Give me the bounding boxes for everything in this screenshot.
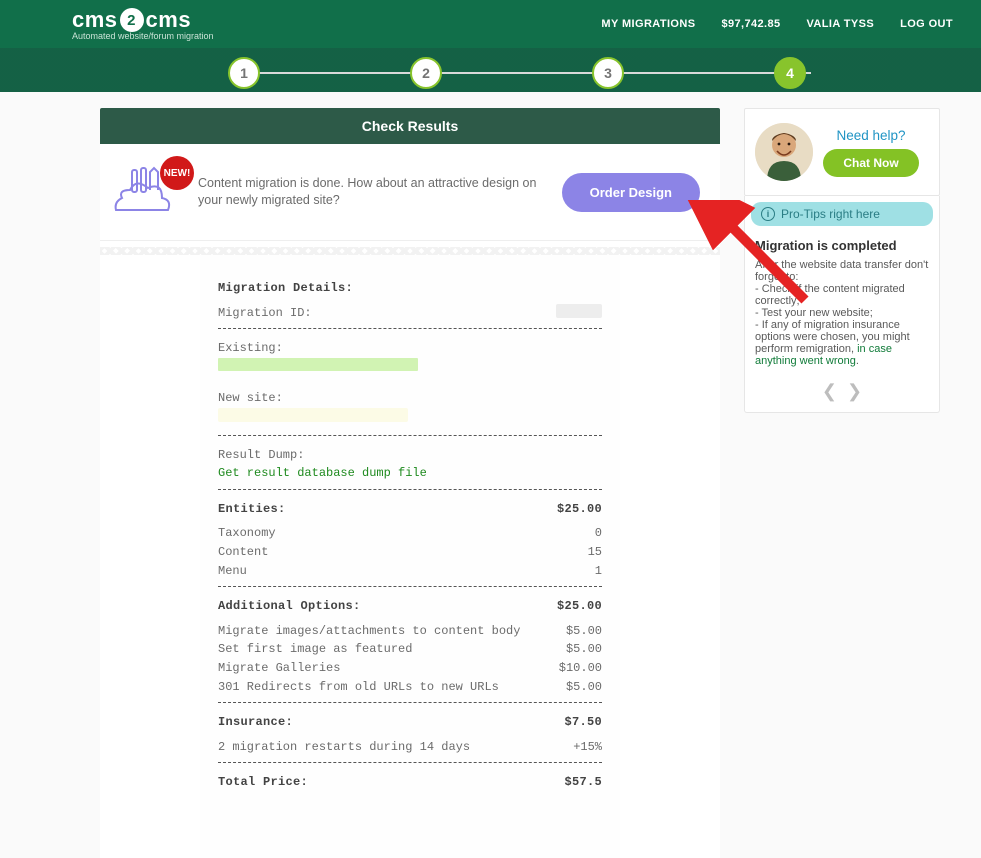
new-badge: NEW! [160,156,194,190]
need-help-link[interactable]: Need help? [836,128,905,143]
order-design-button[interactable]: Order Design [562,173,700,212]
total-price-label: Total Price: [218,773,308,792]
sidebar: Need help? Chat Now i Pro-Tips right her… [744,108,940,413]
entities-heading: Entities: [218,500,286,519]
result-dump-link[interactable]: Get result database dump file [218,464,602,483]
entity-count: 1 [595,562,602,581]
logo-text: cms2cms [72,7,214,33]
additional-options-total: $25.00 [557,597,602,616]
help-card: Need help? Chat Now [744,108,940,196]
chat-now-button[interactable]: Chat Now [823,149,919,177]
step-2[interactable]: 2 [410,57,442,89]
step-1[interactable]: 1 [228,57,260,89]
step-4: 4 [774,57,806,89]
support-avatar [755,123,813,181]
option-price: $5.00 [566,640,602,659]
option-name: 301 Redirects from old URLs to new URLs [218,678,499,697]
main-panel: Check Results NEW! Content migration is … [100,108,720,858]
top-bar: cms2cms Automated website/forum migratio… [0,0,981,48]
existing-site-value [218,358,418,371]
nav-my-migrations[interactable]: MY MIGRATIONS [601,18,695,30]
tips-next-icon[interactable]: ❯ [847,381,862,402]
option-price: $10.00 [559,659,602,678]
pro-tips-title: Migration is completed [755,238,929,253]
logo-tagline: Automated website/forum migration [72,31,214,41]
step-3[interactable]: 3 [592,57,624,89]
additional-options-heading: Additional Options: [218,597,361,616]
new-site-value [218,408,408,422]
insurance-total: $7.50 [564,713,602,732]
option-price: $5.00 [566,678,602,697]
insurance-heading: Insurance: [218,713,293,732]
pro-tips-bullet: - Test your new website; [755,307,929,319]
tips-prev-icon[interactable]: ❮ [822,381,837,402]
receipt: Migration Details: Migration ID: Existin… [100,241,720,858]
pro-tips-header-text: Pro-Tips right here [781,207,880,221]
pro-tips-card: i Pro-Tips right here Migration is compl… [744,196,940,413]
design-illustration-icon: NEW! [108,162,188,222]
pro-tips-intro: After the website data transfer don't fo… [755,259,929,283]
nav-user[interactable]: VALIA TYSS [807,18,875,30]
migration-id-value [556,304,602,318]
option-name: Set first image as featured [218,640,412,659]
option-name: Migrate Galleries [218,659,340,678]
nav-logout[interactable]: LOG OUT [900,18,953,30]
total-price-value: $57.5 [564,773,602,792]
new-site-label: New site: [218,389,602,408]
entity-count: 0 [595,524,602,543]
option-price: $5.00 [566,622,602,641]
pro-tips-bullet: - Check if the content migrated correctl… [755,283,929,307]
existing-label: Existing: [218,339,602,358]
entity-name: Menu [218,562,247,581]
nav-balance[interactable]: $97,742.85 [721,18,780,30]
progress-bar: 1 2 3 4 [0,48,981,92]
logo[interactable]: cms2cms Automated website/forum migratio… [72,7,214,41]
order-design-text: Content migration is done. How about an … [194,175,556,209]
top-nav: MY MIGRATIONS $97,742.85 VALIA TYSS LOG … [601,18,953,30]
order-design-row: NEW! Content migration is done. How abou… [100,144,720,241]
pro-tips-bullet: - If any of migration insurance options … [755,319,929,367]
pro-tips-header: i Pro-Tips right here [751,202,933,226]
entity-name: Taxonomy [218,524,276,543]
result-dump-label: Result Dump: [218,446,602,465]
migration-details-heading: Migration Details: [218,279,602,298]
migration-id-label: Migration ID: [218,304,312,323]
entities-total: $25.00 [557,500,602,519]
insurance-name: 2 migration restarts during 14 days [218,738,470,757]
option-name: Migrate images/attachments to content bo… [218,622,520,641]
entity-count: 15 [588,543,602,562]
insurance-price: +15% [573,738,602,757]
panel-title: Check Results [100,108,720,144]
info-icon: i [761,207,775,221]
entity-name: Content [218,543,268,562]
